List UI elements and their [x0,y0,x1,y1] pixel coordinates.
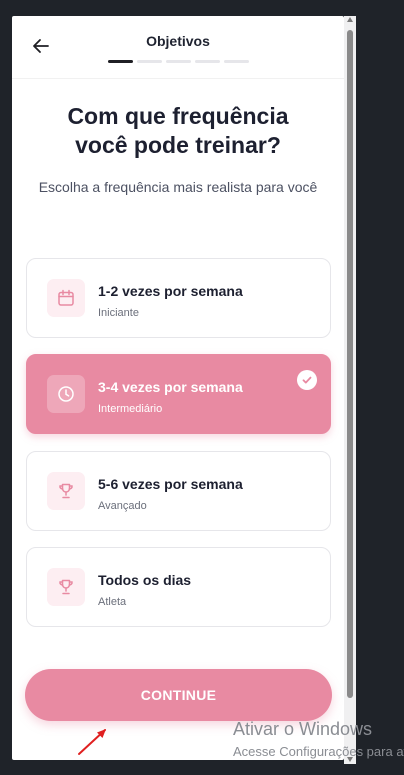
option-level: Intermediário [98,403,163,415]
progress-step [224,60,249,63]
title-line-1: Com que frequência [67,103,289,129]
page-title: Com que frequência você pode treinar? [12,102,344,160]
option-5-6-per-week[interactable]: 5-6 vezes por semana Avançado [26,451,331,531]
calendar-icon [47,279,85,317]
trophy-icon [47,568,85,606]
option-label: 3-4 vezes por semana [98,379,243,395]
option-label: 5-6 vezes por semana [98,476,243,492]
clock-icon [47,375,85,413]
option-level: Iniciante [98,307,139,319]
option-label: 1-2 vezes por semana [98,283,243,299]
title-line-2: você pode treinar? [75,132,281,158]
option-level: Avançado [98,500,147,512]
progress-step [195,60,220,63]
scrollbar-thumb[interactable] [347,30,353,698]
check-icon [297,370,317,390]
header: Objetivos [12,16,344,79]
page-subtitle: Escolha a frequência mais realista para … [38,179,318,195]
scroll-up-arrow-icon[interactable] [347,17,353,22]
annotation-arrow-icon [78,729,106,755]
progress-step [166,60,191,63]
option-level: Atleta [98,596,127,608]
step-progress [108,60,249,63]
progress-step [137,60,162,63]
trophy-icon [47,472,85,510]
continue-button[interactable]: CONTINUE [25,669,332,721]
option-1-2-per-week[interactable]: 1-2 vezes por semana Iniciante [26,258,331,338]
app-screen: Objetivos Com que frequência você pode t… [12,16,344,760]
option-label: Todos os dias [98,572,192,588]
option-every-day[interactable]: Todos os dias Atleta [26,547,331,627]
option-3-4-per-week[interactable]: 3-4 vezes por semana Intermediário [26,354,331,434]
windows-activation-title: Ativar o Windows [233,719,373,739]
windows-activation-hint: Acesse Configurações para ativar o Windo… [233,744,404,759]
progress-step [108,60,133,63]
header-title: Objetivos [146,33,210,49]
